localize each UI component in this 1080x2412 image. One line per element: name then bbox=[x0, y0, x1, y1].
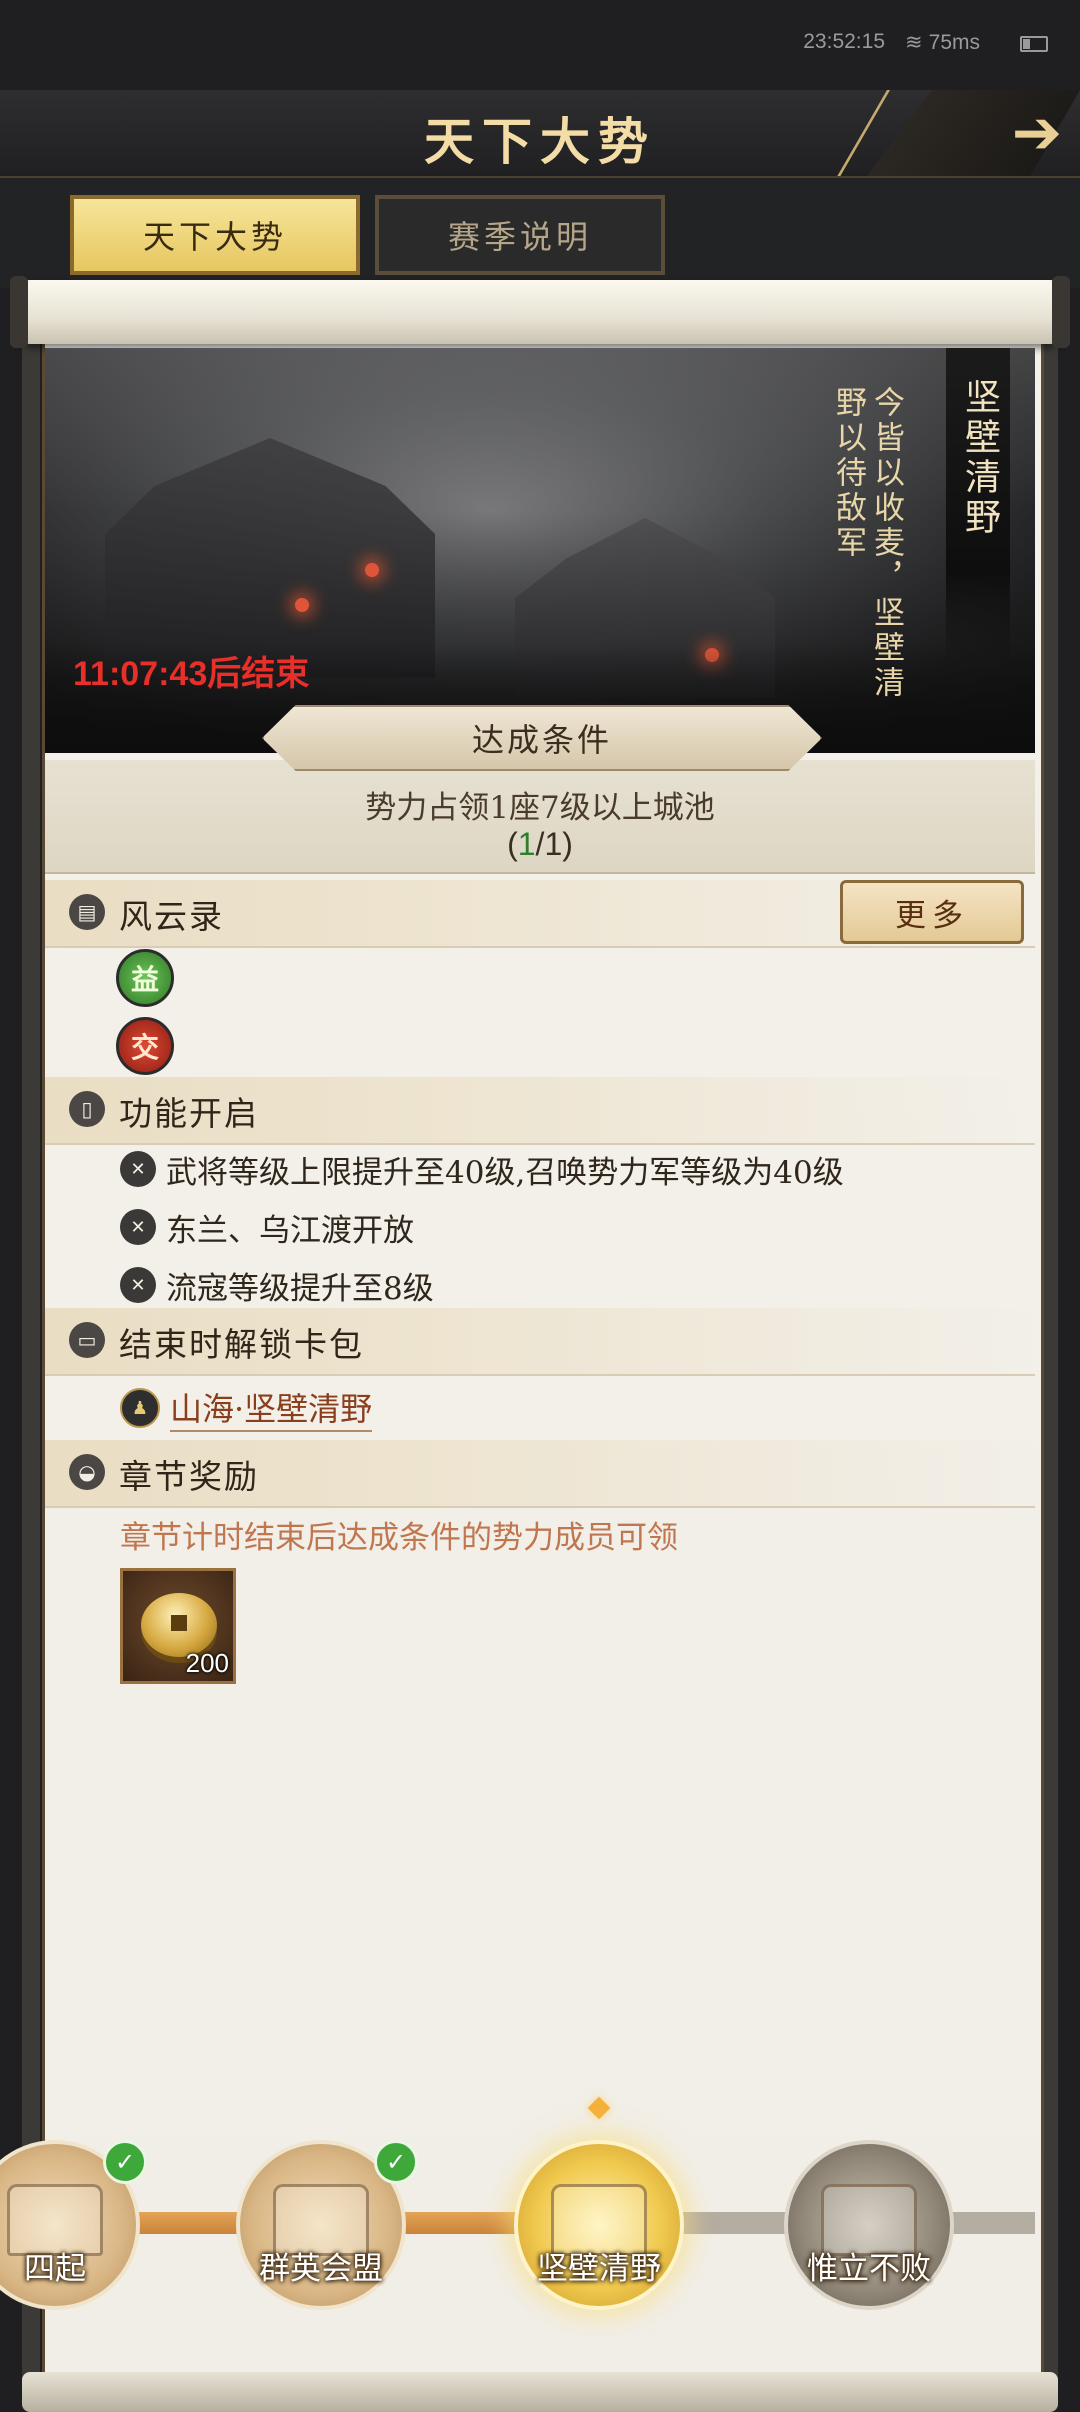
condition-panel: 势力占领1座7级以上城池 (1/1) bbox=[45, 760, 1035, 874]
card-pack-name[interactable]: 山海·坚壁清野 bbox=[170, 1384, 373, 1432]
signal-icon: ≋ bbox=[905, 31, 923, 54]
ping-indicator: ≋ 75ms bbox=[905, 30, 980, 55]
fire-glow bbox=[365, 563, 379, 577]
crossed-swords-icon: ✕ bbox=[120, 1151, 156, 1187]
card-pack-icon: ▭ bbox=[69, 1322, 105, 1358]
benefit-badge[interactable]: 益 bbox=[116, 949, 174, 1007]
progress-total: /1) bbox=[535, 826, 573, 862]
condition-progress: (1/1) bbox=[45, 826, 1035, 863]
section-features: ▯ 功能开启 bbox=[45, 1077, 1035, 1145]
ping-value: 75ms bbox=[928, 30, 980, 54]
banner-poem-line1: 今皆以收麦，坚壁清 bbox=[868, 386, 904, 701]
chapter-banner: 今皆以收麦，坚壁清 野以待敌军 坚壁清野 11:07:43后结束 bbox=[45, 348, 1035, 753]
scroll-rod-bottom bbox=[22, 2372, 1058, 2412]
tab-season-info[interactable]: 赛季说明 bbox=[375, 195, 665, 275]
scroll-edge-left bbox=[22, 344, 40, 2384]
banner-poem-line2: 野以待敌军 bbox=[830, 386, 866, 561]
chapter-chest-3[interactable]: 坚壁清野 bbox=[514, 2140, 684, 2310]
tab-world-trend[interactable]: 天下大势 bbox=[70, 195, 360, 275]
section-chapter-reward: ◒ 章节奖励 bbox=[45, 1440, 1035, 1508]
section-title: 章节奖励 bbox=[119, 1457, 259, 1496]
reward-note: 章节计时结束后达成条件的势力成员可领 bbox=[120, 1520, 678, 1556]
chest-label: 惟立不败 bbox=[807, 2251, 931, 2287]
fire-glow bbox=[295, 598, 309, 612]
feature-item: ✕ 武将等级上限提升至40级,召唤势力军等级为40级 bbox=[120, 1146, 844, 1192]
feature-text: 流寇等级提升至8级 bbox=[166, 1270, 434, 1307]
check-icon: ✓ bbox=[374, 2140, 418, 2184]
battery-icon bbox=[1020, 36, 1048, 52]
check-icon: ✓ bbox=[103, 2140, 147, 2184]
reward-quantity: 200 bbox=[185, 1648, 229, 1678]
section-title: 结束时解锁卡包 bbox=[119, 1325, 364, 1364]
feature-item: ✕ 流寇等级提升至8级 bbox=[120, 1262, 434, 1308]
progress-open: ( bbox=[507, 826, 518, 862]
section-title: 风云录 bbox=[119, 897, 224, 936]
crossed-swords-icon: ✕ bbox=[120, 1209, 156, 1245]
progress-done: 1 bbox=[517, 826, 536, 862]
reward-item-coin[interactable]: 200 bbox=[120, 1568, 236, 1684]
scroll-icon: ▯ bbox=[69, 1091, 105, 1127]
condition-title: 达成条件 bbox=[262, 705, 822, 771]
countdown-timer: 11:07:43后结束 bbox=[73, 655, 310, 693]
card-pack-link[interactable]: ♟ 山海·坚壁清野 bbox=[120, 1384, 373, 1432]
section-title: 功能开启 bbox=[119, 1094, 259, 1133]
status-time: 23:52:15 bbox=[803, 30, 885, 53]
chest-label: 四起 bbox=[24, 2251, 86, 2287]
chest-label: 坚壁清野 bbox=[537, 2251, 661, 2287]
scroll-rod-top bbox=[10, 276, 1070, 348]
chapter-chest-4[interactable]: 惟立不败 bbox=[784, 2140, 954, 2310]
feature-item: ✕ 东兰、乌江渡开放 bbox=[120, 1204, 414, 1250]
arrow-right-icon[interactable]: ➔ bbox=[1012, 98, 1062, 168]
feature-text: 武将等级上限提升至40级,召唤势力军等级为40级 bbox=[166, 1154, 844, 1191]
exchange-badge[interactable]: 交 bbox=[116, 1017, 174, 1075]
feature-text: 东兰、乌江渡开放 bbox=[166, 1212, 414, 1249]
book-icon: ▤ bbox=[69, 894, 105, 930]
condition-text: 势力占领1座7级以上城池 bbox=[365, 790, 715, 826]
bandit-icon: ✕ bbox=[120, 1267, 156, 1303]
reward-icon: ◒ bbox=[69, 1454, 105, 1490]
header-bar: 天下大势 ➔ bbox=[0, 90, 1080, 178]
section-card-pack: ▭ 结束时解锁卡包 bbox=[45, 1308, 1035, 1376]
status-bar: 23:52:15 ≋ 75ms bbox=[0, 0, 1080, 90]
general-icon: ♟ bbox=[120, 1388, 160, 1428]
chest-label: 群英会盟 bbox=[259, 2251, 383, 2287]
more-button[interactable]: 更多 bbox=[840, 880, 1024, 944]
chapter-name: 坚壁清野 bbox=[959, 378, 1000, 538]
